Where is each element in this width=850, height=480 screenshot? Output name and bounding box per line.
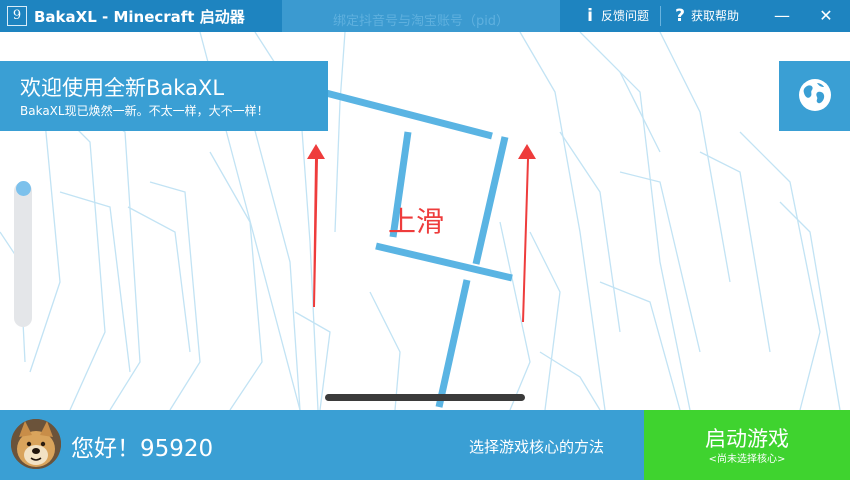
- scrollbar-track[interactable]: [14, 182, 32, 327]
- question-icon: ?: [675, 5, 685, 26]
- help-label: 获取帮助: [691, 9, 740, 23]
- title-tip-panel: 绑定抖音号与淘宝账号（pid）: [282, 0, 560, 32]
- language-button[interactable]: [779, 61, 850, 131]
- welcome-subtitle: BakaXL现已焕然一新。不太一样，大不一样！: [20, 104, 269, 118]
- title-bar: 9 BakaXL - Minecraft 启动器 绑定抖音号与淘宝账号（pid）…: [0, 0, 850, 32]
- help-button[interactable]: ? 获取帮助: [673, 7, 739, 25]
- doge-avatar[interactable]: [11, 419, 61, 469]
- launch-sublabel: <尚未选择核心>: [708, 454, 786, 465]
- feedback-label: 反馈问题: [601, 9, 650, 23]
- user-greeting: 您好！95920: [71, 436, 214, 462]
- swipe-handle[interactable]: [325, 394, 525, 401]
- scrollbar-thumb[interactable]: [16, 181, 31, 196]
- feedback-button[interactable]: i 反馈问题: [583, 7, 649, 25]
- close-button[interactable]: ✕: [814, 4, 838, 28]
- swipe-up-hint: 上滑: [388, 205, 445, 238]
- doge-avatar-icon: [11, 419, 61, 469]
- minimize-button[interactable]: —: [770, 4, 794, 28]
- launch-label: 启动游戏: [705, 427, 789, 451]
- bottom-bar: 您好！95920 选择游戏核心的方法 启动游戏 <尚未选择核心>: [0, 410, 850, 480]
- title-divider: [660, 6, 661, 26]
- title-tip-text: 绑定抖音号与淘宝账号（pid）: [332, 14, 510, 29]
- welcome-heading: 欢迎使用全新BakaXL: [20, 76, 225, 100]
- title-actions: i 反馈问题 ? 获取帮助 — ✕: [560, 0, 850, 32]
- main-content: 欢迎使用全新BakaXL BakaXL现已焕然一新。不太一样，大不一样！ 上滑: [0, 32, 850, 410]
- info-icon: i: [587, 5, 593, 26]
- welcome-banner: 欢迎使用全新BakaXL BakaXL现已焕然一新。不太一样，大不一样！: [0, 61, 328, 131]
- globe-icon: [799, 79, 831, 111]
- app-logo-icon: 9: [7, 6, 27, 26]
- window-title: BakaXL - Minecraft 启动器: [34, 8, 245, 26]
- core-method-link[interactable]: 选择游戏核心的方法: [469, 436, 604, 457]
- launcher-window: 9 BakaXL - Minecraft 启动器 绑定抖音号与淘宝账号（pid）…: [0, 0, 850, 480]
- launch-game-button[interactable]: 启动游戏 <尚未选择核心>: [644, 410, 850, 480]
